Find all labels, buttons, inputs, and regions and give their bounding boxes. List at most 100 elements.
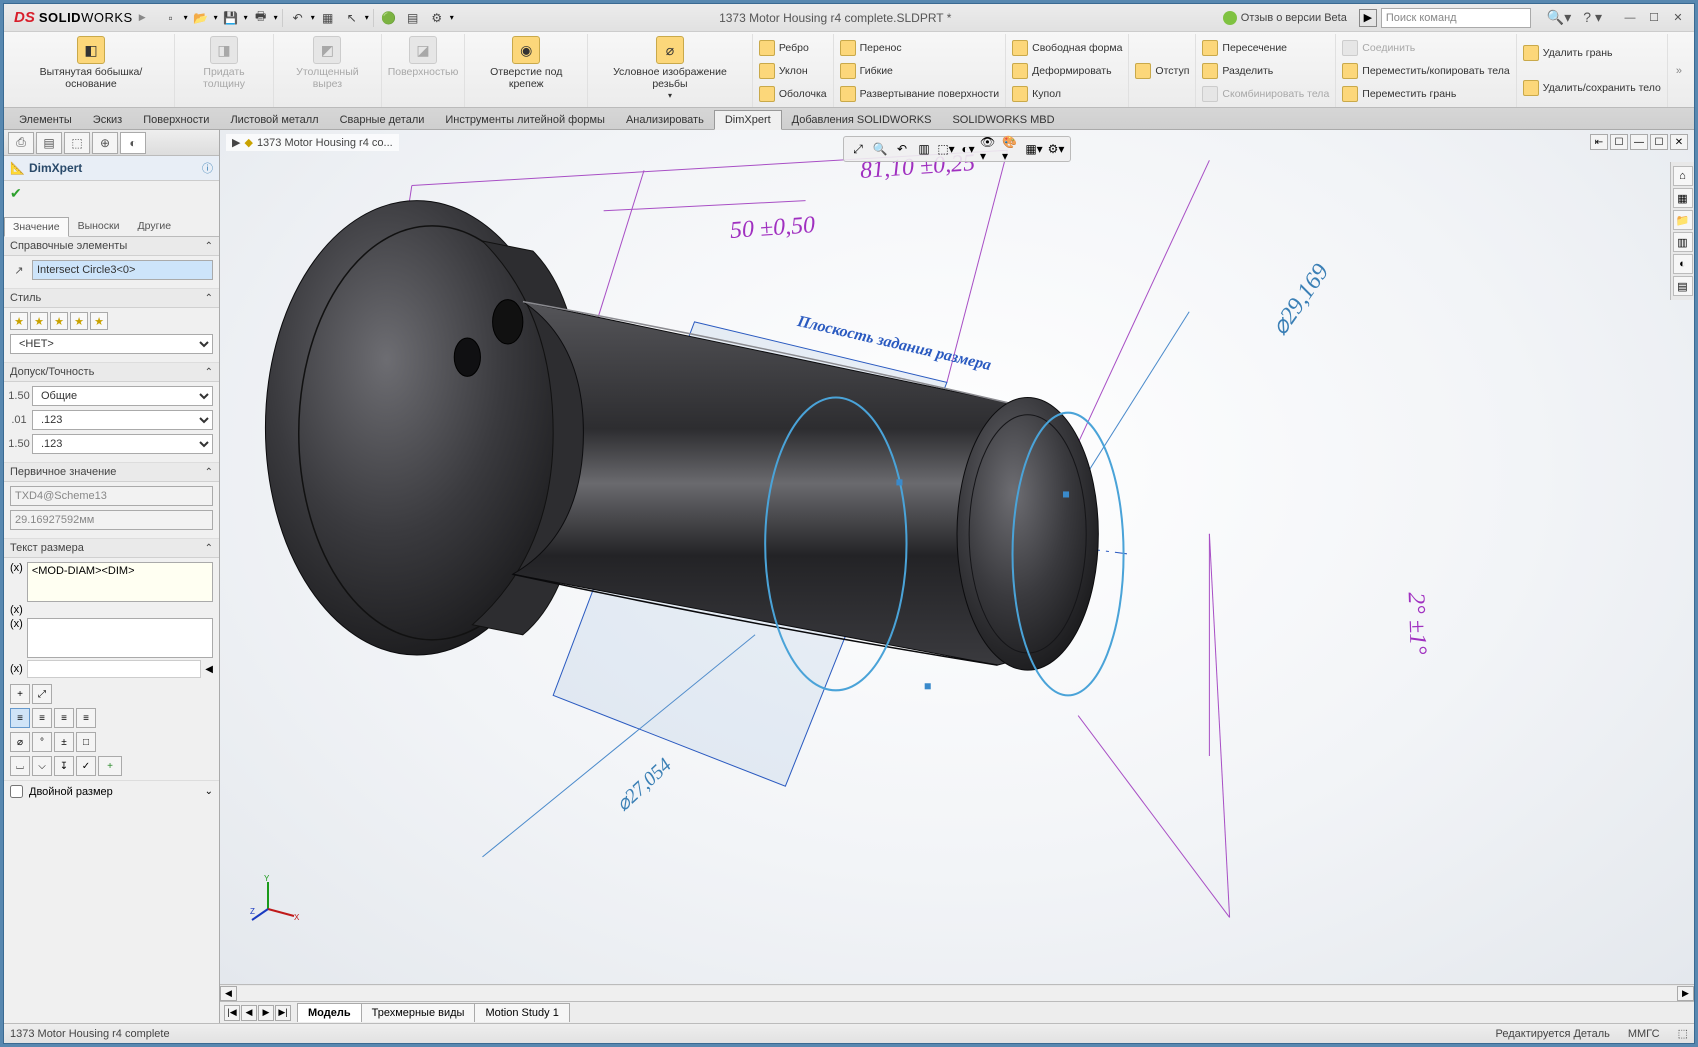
- view-palette-icon[interactable]: ▥: [1673, 232, 1693, 252]
- tolerance-prec1-select[interactable]: .123: [32, 410, 213, 430]
- custom-props-icon[interactable]: ▤: [1673, 276, 1693, 296]
- symbol-more-btn[interactable]: ✓: [76, 756, 96, 776]
- scroll-right-icon[interactable]: ▶: [1677, 986, 1694, 1001]
- fm-dimxpert-tab-icon[interactable]: ⊕: [92, 132, 118, 154]
- panel-subtab[interactable]: Значение: [4, 217, 69, 237]
- new-file-icon[interactable]: ▫: [160, 7, 182, 29]
- fm-property-tab-icon[interactable]: ▤: [36, 132, 62, 154]
- view-orient-icon[interactable]: ⬚▾: [936, 139, 956, 159]
- hide-show-icon[interactable]: 👁▾: [980, 139, 1000, 159]
- dim-text-upper-input[interactable]: <MOD-DIAM><DIM>: [27, 562, 213, 602]
- command-tab[interactable]: Поверхности: [132, 110, 220, 129]
- viewport-hscrollbar[interactable]: ◀ ▶: [220, 984, 1694, 1001]
- rb-hole-wizard[interactable]: ◉Отверстие под крепеж: [465, 34, 588, 107]
- bottom-tab[interactable]: Модель: [297, 1003, 362, 1022]
- style-header[interactable]: Стиль⌃: [4, 289, 219, 308]
- view-settings-icon[interactable]: ⚙▾: [1046, 139, 1066, 159]
- symbol-diameter-btn[interactable]: ⌀: [10, 732, 30, 752]
- style-favorite-icon[interactable]: ★: [90, 312, 108, 330]
- logo-chevron-icon[interactable]: ▶: [139, 12, 146, 23]
- search-commands-input[interactable]: Поиск команд: [1381, 8, 1531, 28]
- text-suffix-icon[interactable]: (x): [10, 604, 23, 616]
- command-tab[interactable]: Инструменты литейной формы: [434, 110, 616, 129]
- expand-tree-icon[interactable]: ▶: [232, 136, 240, 149]
- beta-feedback-button[interactable]: Отзыв о версии Beta: [1217, 9, 1353, 27]
- zoom-fit-icon[interactable]: ⤢: [848, 139, 868, 159]
- ribbon-small-item[interactable]: Переместить грань: [1338, 85, 1513, 103]
- display-style-icon[interactable]: ◐▾: [958, 139, 978, 159]
- rb-extruded-boss[interactable]: ◧Вытянутая бобышка/основание: [8, 34, 175, 107]
- ref-selector-icon[interactable]: ↗: [10, 261, 28, 279]
- section-view-icon[interactable]: ▥: [914, 139, 934, 159]
- fm-display-tab-icon[interactable]: ◐: [120, 132, 146, 154]
- apply-scene-icon[interactable]: ▦▾: [1024, 139, 1044, 159]
- ribbon-small-item[interactable]: Удалить грань: [1519, 44, 1665, 62]
- text-below2-icon[interactable]: (x): [10, 663, 23, 675]
- options-icon[interactable]: ▤: [402, 7, 424, 29]
- align-btn[interactable]: ≡: [76, 708, 96, 728]
- command-tab[interactable]: Элементы: [8, 110, 83, 129]
- close-button[interactable]: ✕: [1666, 9, 1690, 27]
- align-right-btn[interactable]: ≡: [54, 708, 74, 728]
- settings-gear-icon[interactable]: ⚙: [426, 7, 448, 29]
- ribbon-small-item[interactable]: Удалить/сохранить тело: [1519, 79, 1665, 97]
- appearances-icon[interactable]: ◐: [1673, 254, 1693, 274]
- vp-max-icon[interactable]: ☐: [1650, 134, 1668, 150]
- symbol-library-btn[interactable]: +: [98, 756, 122, 776]
- ribbon-small-item[interactable]: Свободная форма: [1008, 39, 1126, 57]
- edit-appearance-icon[interactable]: 🎨▾: [1002, 139, 1022, 159]
- ribbon-small-item[interactable]: Отступ: [1131, 62, 1193, 80]
- justify-btn[interactable]: ⤢: [32, 684, 52, 704]
- style-select[interactable]: <НЕТ>: [10, 334, 213, 354]
- print-icon[interactable]: 🖶: [250, 7, 272, 29]
- search-toggle-icon[interactable]: ▶: [1359, 9, 1377, 27]
- panel-subtab[interactable]: Выноски: [69, 216, 129, 236]
- bottom-tab[interactable]: Motion Study 1: [474, 1003, 569, 1022]
- status-units[interactable]: ММГС: [1628, 1028, 1660, 1040]
- tolerance-type-select[interactable]: Общие: [32, 386, 213, 406]
- rebuild-icon[interactable]: ▦: [317, 7, 339, 29]
- tolerance-prec2-select[interactable]: .123: [32, 434, 213, 454]
- command-tab[interactable]: DimXpert: [714, 110, 782, 130]
- help-icon[interactable]: ? ▾: [1579, 7, 1606, 28]
- orientation-triad[interactable]: Y X Z: [250, 874, 300, 924]
- justify-btn[interactable]: +: [10, 684, 30, 704]
- command-tab[interactable]: Эскиз: [82, 110, 133, 129]
- home-tab-icon[interactable]: ⌂: [1673, 166, 1693, 186]
- design-lib-icon[interactable]: ▦: [1673, 188, 1693, 208]
- ribbon-small-item[interactable]: Купол: [1008, 85, 1126, 103]
- symbol-pm-btn[interactable]: ±: [54, 732, 74, 752]
- style-favorite-icon[interactable]: ★: [50, 312, 68, 330]
- ribbon-small-item[interactable]: Ребро: [755, 39, 831, 57]
- scroll-track[interactable]: [237, 986, 1677, 1001]
- select-icon[interactable]: ↖: [341, 7, 363, 29]
- vp-min-icon[interactable]: —: [1630, 134, 1648, 150]
- command-tab[interactable]: Сварные детали: [329, 110, 436, 129]
- bt-next-icon[interactable]: ▶: [258, 1005, 274, 1021]
- bottom-tab[interactable]: Трехмерные виды: [361, 1003, 476, 1022]
- dual-dimension-checkbox[interactable]: [10, 785, 23, 798]
- vp-tile-icon[interactable]: ☐: [1610, 134, 1628, 150]
- ribbon-small-item[interactable]: Деформировать: [1008, 62, 1126, 80]
- zoom-area-icon[interactable]: 🔍: [870, 139, 890, 159]
- command-tab[interactable]: Анализировать: [615, 110, 715, 129]
- prev-view-icon[interactable]: ↶: [892, 139, 912, 159]
- ribbon-small-item[interactable]: Разделить: [1198, 62, 1333, 80]
- panel-help-icon[interactable]: ⓘ: [202, 160, 213, 176]
- accept-button[interactable]: ✔: [4, 181, 219, 206]
- search-icon[interactable]: 🔍▾: [1543, 7, 1575, 28]
- dim-text-lower-input[interactable]: [27, 618, 213, 658]
- symbol-csink-btn[interactable]: ⌵: [32, 756, 52, 776]
- save-icon[interactable]: 💾: [220, 7, 242, 29]
- ref-elements-header[interactable]: Справочные элементы⌃: [4, 237, 219, 256]
- graphics-viewport[interactable]: 81,10 ±0,25 50 ±0,50 ⌀29,169 ⌀27,054 2° …: [220, 130, 1694, 984]
- bt-first-icon[interactable]: |◀: [224, 1005, 240, 1021]
- symbol-cbore-btn[interactable]: ⌴: [10, 756, 30, 776]
- symbol-degree-btn[interactable]: °: [32, 732, 52, 752]
- ribbon-small-item[interactable]: Уклон: [755, 62, 831, 80]
- scroll-left-icon[interactable]: ◀: [220, 986, 237, 1001]
- style-favorite-icon[interactable]: ★: [70, 312, 88, 330]
- ribbon-small-item[interactable]: Гибкие: [836, 62, 1004, 80]
- rb-thread[interactable]: ⌀Условное изображение резьбы▾: [588, 34, 753, 107]
- ribbon-small-item[interactable]: Перенос: [836, 39, 1004, 57]
